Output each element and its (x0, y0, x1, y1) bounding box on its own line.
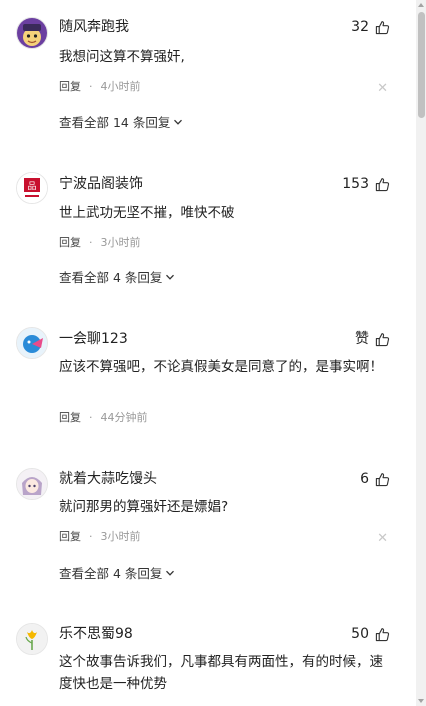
view-all-replies-label: 查看全部 4 条回复 (59, 270, 163, 285)
like-count[interactable]: 153 (342, 175, 390, 193)
thumbs-up-icon[interactable] (375, 472, 390, 487)
vertical-scrollbar[interactable] (416, 0, 426, 706)
scrollbar-thumb[interactable] (418, 12, 425, 118)
like-count-value: 32 (351, 19, 369, 35)
avatar[interactable] (16, 327, 48, 359)
like-count-value: 153 (342, 176, 369, 192)
avatar[interactable] (16, 468, 48, 500)
chevron-down-icon (165, 565, 175, 583)
view-all-replies-label: 查看全部 14 条回复 (59, 115, 171, 130)
separator-dot: · (89, 80, 93, 93)
timestamp: 3小时前 (100, 236, 141, 249)
username[interactable]: 就着大蒜吃馒头 (59, 470, 157, 488)
scroll-down-arrow-icon[interactable] (418, 699, 424, 703)
comment-meta: 回复 · 44分钟前 (59, 410, 148, 426)
thumbs-up-icon[interactable] (375, 20, 390, 35)
flower-avatar-icon (17, 624, 47, 654)
chevron-down-icon (173, 114, 183, 132)
like-count[interactable]: 50 (351, 625, 390, 643)
blue-bird-avatar-icon (17, 328, 47, 358)
thumbs-up-icon[interactable] (375, 627, 390, 642)
svg-text:品: 品 (27, 181, 36, 192)
avatar[interactable] (16, 17, 48, 49)
thumbs-up-icon[interactable] (375, 332, 390, 347)
comment-text: 就问那男的算强奸还是嫖娼? (59, 499, 229, 515)
username[interactable]: 宁波品阁装饰 (59, 175, 143, 193)
separator-dot: · (89, 236, 93, 249)
avatar[interactable]: 品 (16, 172, 48, 204)
close-icon[interactable]: ✕ (377, 81, 388, 97)
timestamp: 44分钟前 (100, 411, 148, 424)
comment-text: 我想问这算不算强奸, (59, 49, 185, 65)
comment-text: 应该不算强吧，不论真假美女是同意了的，是事实啊！ (59, 359, 383, 375)
username[interactable]: 乐不思蜀98 (59, 625, 133, 643)
reply-button[interactable]: 回复 (59, 410, 81, 426)
cartoon-face-avatar-icon (17, 18, 47, 48)
comment-text: 世上武功无坚不摧，唯快不破 (59, 205, 235, 221)
view-all-replies-button[interactable]: 查看全部 14 条回复 (59, 114, 183, 132)
username[interactable]: 一会聊123 (59, 330, 128, 348)
like-count-value: 赞 (355, 331, 369, 347)
reply-button[interactable]: 回复 (59, 529, 81, 545)
brand-logo-avatar-icon: 品 (17, 173, 47, 203)
reply-button[interactable]: 回复 (59, 79, 81, 95)
comment-text: 这个故事告诉我们，凡事都具有两面性，有的时候，速度快也是一种优势 (59, 654, 383, 692)
reply-button[interactable]: 回复 (59, 235, 81, 251)
avatar[interactable] (16, 623, 48, 655)
anime-character-avatar-icon (17, 469, 47, 499)
separator-dot: · (89, 530, 93, 543)
separator-dot: · (89, 411, 93, 424)
comment-meta: 回复 · 3小时前 (59, 235, 141, 251)
comment-meta: 回复 · 4小时前 (59, 79, 141, 95)
comment-meta: 回复 · 3小时前 (59, 529, 141, 545)
username[interactable]: 随风奔跑我 (59, 18, 129, 36)
like-count[interactable]: 32 (351, 18, 390, 36)
timestamp: 3小时前 (100, 530, 141, 543)
view-all-replies-button[interactable]: 查看全部 4 条回复 (59, 269, 175, 287)
scroll-up-arrow-icon[interactable] (418, 3, 424, 7)
close-icon[interactable]: ✕ (377, 531, 388, 547)
like-count[interactable]: 赞 (355, 330, 390, 348)
timestamp: 4小时前 (100, 80, 141, 93)
like-count-value: 50 (351, 626, 369, 642)
thumbs-up-icon[interactable] (375, 177, 390, 192)
like-count[interactable]: 6 (360, 470, 390, 488)
chevron-down-icon (165, 269, 175, 287)
like-count-value: 6 (360, 471, 369, 487)
view-all-replies-label: 查看全部 4 条回复 (59, 566, 163, 581)
view-all-replies-button[interactable]: 查看全部 4 条回复 (59, 565, 175, 583)
